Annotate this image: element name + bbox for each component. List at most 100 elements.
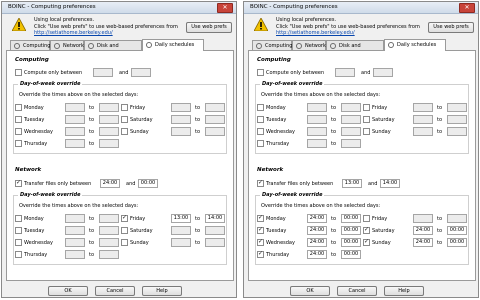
network-day-from-field[interactable]: 24:00 (413, 226, 433, 235)
project-link[interactable]: http://setiathome.berkeley.edu/ (34, 30, 184, 37)
computing-override-row: Saturday to (249, 115, 475, 124)
ok-button[interactable]: OK (290, 286, 330, 296)
computing-day-from-field[interactable] (413, 127, 433, 136)
network-day-to-field[interactable] (205, 226, 225, 235)
network-day-checkbox[interactable] (363, 226, 370, 234)
network-day-checkbox[interactable] (363, 215, 370, 222)
compute-between-row: Compute only between and (7, 68, 233, 77)
computing-day-to-field[interactable] (447, 115, 467, 124)
compute-to-field[interactable] (373, 68, 393, 77)
transfer-only-between-checkbox[interactable] (15, 179, 22, 187)
network-day-checkbox[interactable] (363, 238, 370, 246)
network-day-from-field[interactable] (171, 226, 191, 235)
network-section-title: Network (257, 167, 284, 173)
network-day-to-field[interactable] (447, 214, 467, 223)
compute-from-field[interactable] (93, 68, 113, 77)
to-label: to (195, 228, 201, 234)
transfer-to-field[interactable]: 14:00 (380, 179, 400, 188)
network-day-checkbox[interactable] (121, 214, 128, 222)
transfer-to-field[interactable]: 00:00 (138, 179, 158, 188)
computing-override-row: Saturday to (7, 115, 233, 124)
network-override-row: Saturday 24:00 to 00:00 (249, 226, 475, 235)
computing-day-from-field[interactable] (413, 103, 433, 112)
close-icon[interactable]: ✕ (217, 3, 233, 13)
computing-day-to-field[interactable] (205, 115, 225, 124)
cancel-button[interactable]: Cancel (95, 286, 135, 296)
computing-day-from-field[interactable] (171, 127, 191, 136)
compute-from-field[interactable] (335, 68, 355, 77)
network-override-hint: Override the times above on the selected… (261, 203, 381, 209)
computing-day-to-field[interactable] (99, 139, 119, 148)
and-label: and (368, 181, 378, 187)
computing-day-to-field[interactable] (205, 103, 225, 112)
network-day-checkbox[interactable] (121, 227, 128, 234)
computing-day-from-field[interactable] (171, 115, 191, 124)
use-web-prefs-button[interactable]: Use web prefs (186, 22, 232, 33)
computing-day-checkbox[interactable] (15, 140, 22, 147)
to-label: to (437, 216, 443, 222)
network-day-from-field[interactable] (65, 250, 85, 259)
network-day-checkbox[interactable] (257, 250, 264, 258)
warning-icon (254, 18, 268, 31)
computing-day-checkbox[interactable] (363, 128, 370, 135)
computing-day-checkbox[interactable] (121, 116, 128, 123)
network-day-checkbox[interactable] (121, 239, 128, 246)
computing-day-to-field[interactable] (205, 127, 225, 136)
network-day-from-field[interactable] (171, 238, 191, 247)
computing-day-to-field[interactable] (447, 103, 467, 112)
network-day-to-field[interactable]: 00:00 (447, 226, 467, 235)
project-link[interactable]: http://setiathome.berkeley.edu/ (276, 30, 426, 37)
tab-icon (88, 43, 94, 49)
close-icon[interactable]: ✕ (459, 3, 475, 13)
network-day-label: Saturday (372, 228, 395, 234)
network-day-to-field[interactable]: 00:00 (341, 250, 361, 259)
network-day-from-field[interactable]: 13:00 (171, 214, 191, 223)
computing-day-checkbox[interactable] (121, 128, 128, 135)
network-day-to-field[interactable]: 00:00 (447, 238, 467, 247)
transfer-only-between-checkbox[interactable] (257, 179, 264, 187)
to-label: to (331, 252, 337, 258)
computing-day-from-field[interactable] (413, 115, 433, 124)
to-label: to (195, 129, 201, 135)
computing-day-from-field[interactable] (307, 139, 327, 148)
computing-override-row: Thursday to (249, 139, 475, 148)
computing-day-to-field[interactable] (447, 127, 467, 136)
computing-day-checkbox[interactable] (363, 104, 370, 111)
compute-to-field[interactable] (131, 68, 151, 77)
computing-day-checkbox[interactable] (257, 140, 264, 147)
computing-override-hint: Override the times above on the selected… (261, 92, 381, 98)
transfer-between-row: Transfer files only between 13:00 and 14… (249, 179, 475, 188)
network-override-row: Sunday to (7, 238, 233, 247)
transfer-from-field[interactable]: 13:00 (342, 179, 362, 188)
use-web-prefs-button[interactable]: Use web prefs (428, 22, 474, 33)
computing-day-label: Sunday (130, 129, 149, 135)
network-day-to-field[interactable]: 14:00 (205, 214, 225, 223)
computing-section-title: Computing (257, 57, 291, 63)
computing-day-from-field[interactable] (65, 139, 85, 148)
tab-icon (14, 43, 20, 49)
computing-day-to-field[interactable] (341, 139, 361, 148)
computing-day-checkbox[interactable] (121, 104, 128, 111)
help-button[interactable]: Help (384, 286, 424, 296)
tab-icon (296, 43, 302, 49)
tab-daily-schedules[interactable]: Daily schedules (142, 39, 204, 51)
computing-day-from-field[interactable] (171, 103, 191, 112)
to-label: to (89, 252, 95, 258)
transfer-from-field[interactable]: 24:00 (100, 179, 120, 188)
compute-only-between-checkbox[interactable] (257, 69, 264, 76)
cancel-button[interactable]: Cancel (337, 286, 377, 296)
network-day-to-field[interactable] (99, 250, 119, 259)
network-day-from-field[interactable] (413, 214, 433, 223)
network-day-to-field[interactable] (205, 238, 225, 247)
ok-button[interactable]: OK (48, 286, 88, 296)
network-day-from-field[interactable]: 24:00 (413, 238, 433, 247)
window-title: BOINC - Computing preferences (250, 4, 338, 10)
help-button[interactable]: Help (142, 286, 182, 296)
tab-daily-schedules[interactable]: Daily schedules (384, 39, 446, 51)
to-label: to (437, 240, 443, 246)
daily-schedules-panel: Computing Compute only between and Day-o… (6, 50, 234, 281)
network-day-checkbox[interactable] (15, 251, 22, 258)
computing-day-checkbox[interactable] (363, 116, 370, 123)
compute-only-between-checkbox[interactable] (15, 69, 22, 76)
network-day-from-field[interactable]: 24:00 (307, 250, 327, 259)
